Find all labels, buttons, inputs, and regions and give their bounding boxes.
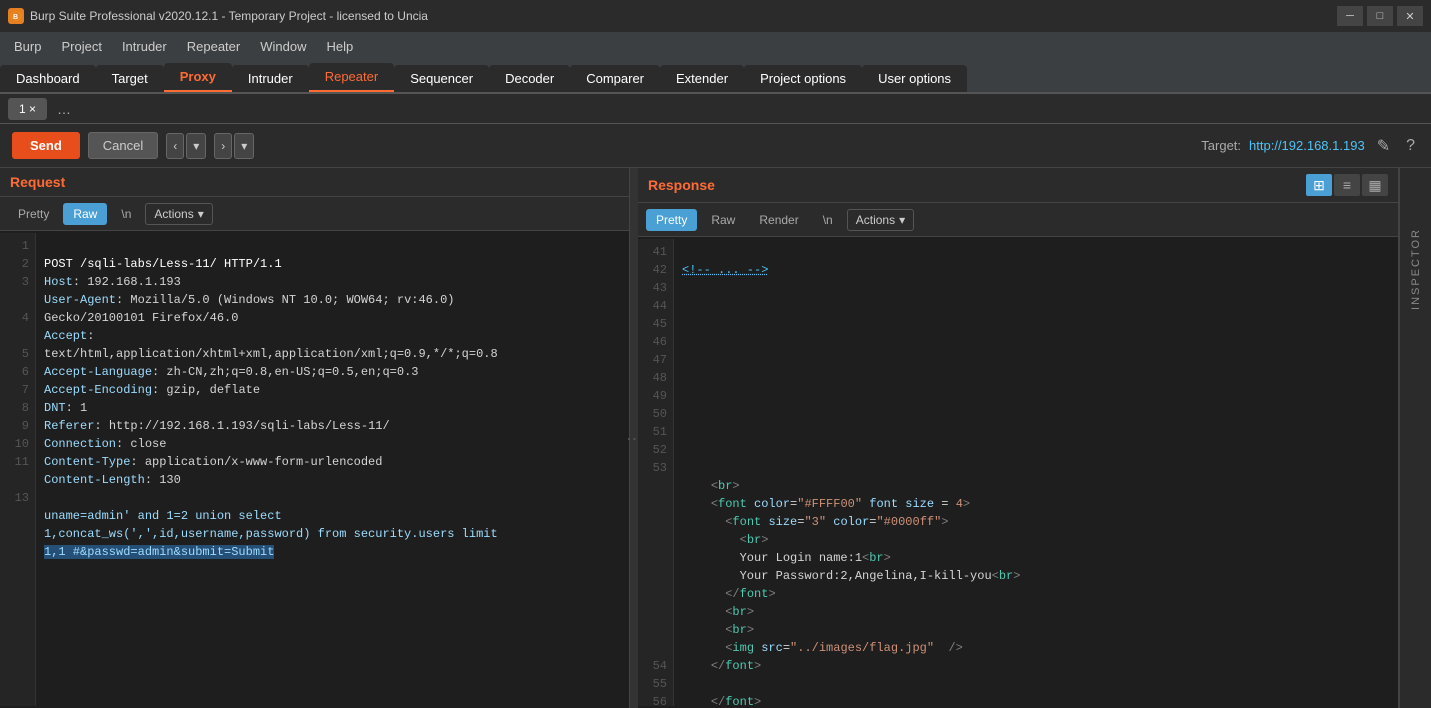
request-tab-newline[interactable]: \n (111, 203, 141, 225)
titlebar: B Burp Suite Professional v2020.12.1 - T… (0, 0, 1431, 32)
tab-comparer[interactable]: Comparer (570, 65, 660, 92)
response-code-content: <!-- ... --> <br> <font color="#FFFF00" … (674, 239, 1398, 706)
nav-next-dd-button[interactable]: ▾ (234, 133, 254, 159)
request-title: Request (10, 174, 65, 190)
menu-intruder[interactable]: Intruder (112, 35, 177, 58)
inspector-sidebar[interactable]: INSPECTOR (1399, 168, 1431, 708)
tab-intruder[interactable]: Intruder (232, 65, 309, 92)
tab-decoder[interactable]: Decoder (489, 65, 570, 92)
sub-tab-1[interactable]: 1 × (8, 98, 47, 120)
minimize-button[interactable]: ─ (1337, 6, 1363, 26)
response-code-area[interactable]: 41 42 43 44 45 46 47 48 49 50 51 52 53 (638, 237, 1398, 708)
response-panel: Response ⊞ ≡ ▦ Pretty Raw Render \n Acti… (638, 168, 1399, 708)
tab-extender[interactable]: Extender (660, 65, 744, 92)
menu-help[interactable]: Help (316, 35, 363, 58)
titlebar-title: Burp Suite Professional v2020.12.1 - Tem… (30, 9, 428, 23)
content-area: Request Pretty Raw \n Actions ▾ 1 2 3 4 … (0, 168, 1431, 708)
response-tab-newline[interactable]: \n (813, 209, 843, 231)
nav-next-button[interactable]: › (214, 133, 232, 159)
nav-prev-dd-button[interactable]: ▾ (186, 133, 206, 159)
request-header: Request (0, 168, 629, 197)
maximize-button[interactable]: □ (1367, 6, 1393, 26)
tab-sequencer[interactable]: Sequencer (394, 65, 489, 92)
response-tab-raw[interactable]: Raw (701, 209, 745, 231)
view-mode-buttons: ⊞ ≡ ▦ (1306, 174, 1388, 196)
request-tabbar: Pretty Raw \n Actions ▾ (0, 197, 629, 231)
actions-chevron-icon: ▾ (198, 207, 204, 221)
menu-repeater[interactable]: Repeater (177, 35, 250, 58)
burp-icon: B (8, 8, 24, 24)
menubar: Burp Project Intruder Repeater Window He… (0, 32, 1431, 60)
tab-user-options[interactable]: User options (862, 65, 967, 92)
tab-dashboard[interactable]: Dashboard (0, 65, 96, 92)
response-tab-render[interactable]: Render (749, 209, 808, 231)
tab-proxy[interactable]: Proxy (164, 63, 232, 92)
titlebar-controls: ─ □ ✕ (1337, 6, 1423, 26)
target-label: Target: (1201, 138, 1241, 153)
main-tabbar: Dashboard Target Proxy Intruder Repeater… (0, 60, 1431, 94)
menu-burp[interactable]: Burp (4, 35, 51, 58)
tab-target[interactable]: Target (96, 65, 164, 92)
sub-tabbar: 1 × … (0, 94, 1431, 124)
response-tabbar: Pretty Raw Render \n Actions ▾ (638, 203, 1398, 237)
request-panel: Request Pretty Raw \n Actions ▾ 1 2 3 4 … (0, 168, 630, 708)
request-code-area[interactable]: 1 2 3 4 5 6 7 8 9 10 11 13 POST /sqli-la… (0, 231, 629, 708)
request-tab-raw[interactable]: Raw (63, 203, 107, 225)
nav-next-group: › ▾ (214, 133, 254, 159)
cancel-button[interactable]: Cancel (88, 132, 158, 159)
sub-tab-dots[interactable]: … (51, 101, 77, 117)
view-split-button[interactable]: ⊞ (1306, 174, 1332, 196)
inspector-label: INSPECTOR (1410, 228, 1422, 310)
request-tab-pretty[interactable]: Pretty (8, 203, 59, 225)
send-button[interactable]: Send (12, 132, 80, 159)
response-actions-button[interactable]: Actions ▾ (847, 209, 914, 231)
close-button[interactable]: ✕ (1397, 6, 1423, 26)
menu-project[interactable]: Project (51, 35, 111, 58)
panel-divider[interactable]: ⋮ (630, 168, 638, 708)
view-list-button[interactable]: ≡ (1334, 174, 1360, 196)
nav-prev-button[interactable]: ‹ (166, 133, 184, 159)
response-header: Response ⊞ ≡ ▦ (638, 168, 1398, 203)
help-button[interactable]: ? (1402, 137, 1419, 155)
response-actions-chevron-icon: ▾ (899, 213, 905, 227)
titlebar-left: B Burp Suite Professional v2020.12.1 - T… (8, 8, 428, 24)
request-actions-button[interactable]: Actions ▾ (145, 203, 212, 225)
toolbar: Send Cancel ‹ ▾ › ▾ Target: http://192.1… (0, 124, 1431, 168)
tab-repeater[interactable]: Repeater (309, 63, 394, 92)
edit-target-button[interactable]: ✎ (1373, 136, 1394, 156)
menu-window[interactable]: Window (250, 35, 316, 58)
request-code-content: POST /sqli-labs/Less-11/ HTTP/1.1 Host: … (36, 233, 629, 706)
request-line-numbers: 1 2 3 4 5 6 7 8 9 10 11 13 (0, 233, 36, 706)
nav-prev-group: ‹ ▾ (166, 133, 206, 159)
response-title: Response (648, 177, 715, 193)
response-tab-pretty[interactable]: Pretty (646, 209, 697, 231)
svg-text:B: B (13, 14, 18, 21)
response-line-numbers: 41 42 43 44 45 46 47 48 49 50 51 52 53 (638, 239, 674, 706)
target-url: http://192.168.1.193 (1249, 138, 1365, 153)
view-grid-button[interactable]: ▦ (1362, 174, 1388, 196)
tab-project-options[interactable]: Project options (744, 65, 862, 92)
